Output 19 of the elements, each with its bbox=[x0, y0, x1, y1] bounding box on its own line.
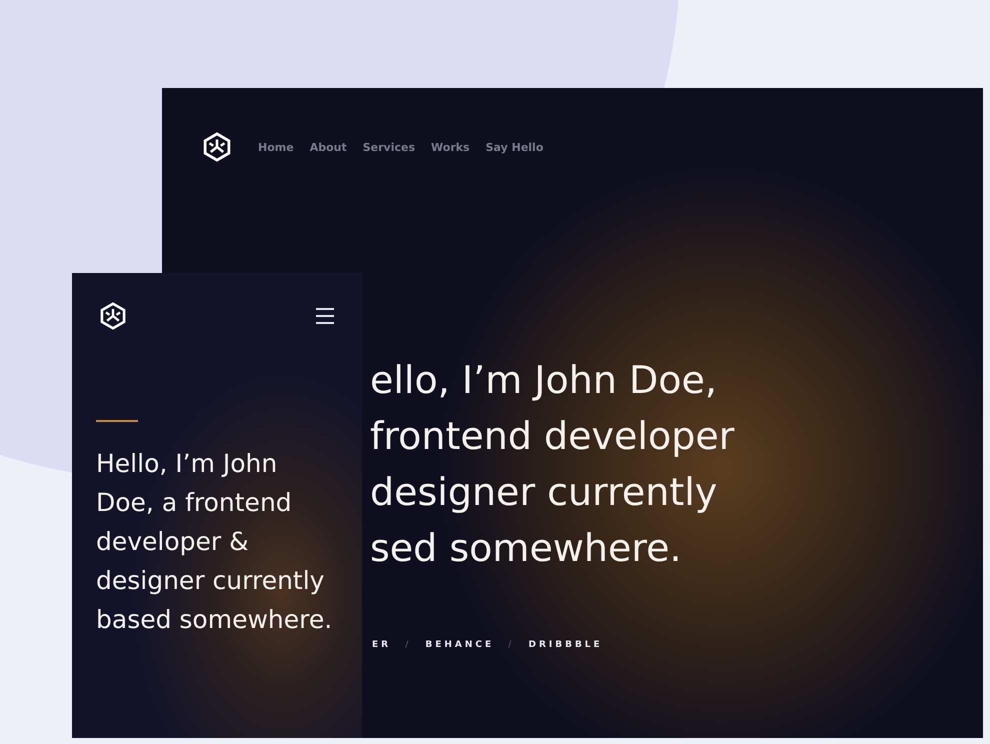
accent-line bbox=[96, 420, 138, 422]
cube-logo-icon[interactable] bbox=[202, 132, 232, 162]
separator: / bbox=[508, 640, 514, 650]
headline-line: designer currently bbox=[370, 469, 718, 516]
social-link[interactable]: BEHANCE bbox=[425, 640, 494, 650]
nav-link[interactable]: Home bbox=[258, 140, 294, 154]
headline-line: sed somewhere. bbox=[370, 525, 683, 572]
social-link[interactable]: DRIBBBLE bbox=[528, 640, 603, 650]
nav-link[interactable]: Works bbox=[431, 140, 470, 154]
nav-link[interactable]: About bbox=[310, 140, 347, 154]
cube-logo-icon[interactable] bbox=[99, 302, 127, 330]
social-link[interactable]: ER bbox=[372, 640, 392, 650]
separator: / bbox=[405, 640, 412, 650]
nav-link[interactable]: Say Hello bbox=[486, 140, 544, 154]
nav-link[interactable]: Services bbox=[362, 140, 416, 154]
headline-line: frontend developer bbox=[370, 413, 736, 460]
menu-button[interactable] bbox=[316, 308, 334, 324]
headline-line: ello, I’m John Doe, bbox=[370, 357, 718, 404]
headline: Hello, I’m John Doe, a frontend developer & designer currently based somewhere. bbox=[96, 448, 334, 636]
